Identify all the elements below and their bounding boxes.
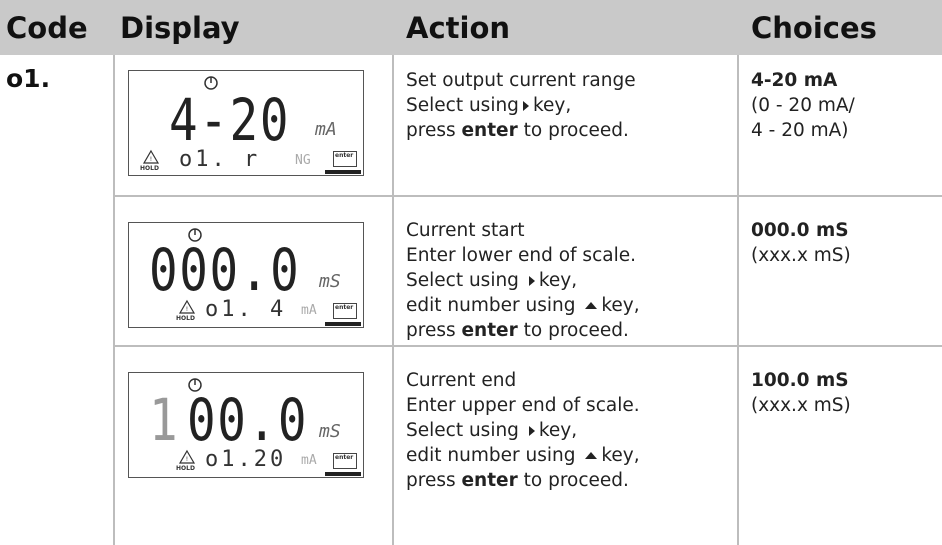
choice-option: 4 - 20 mA) [751, 120, 849, 141]
action-line: Select using key, [406, 420, 578, 441]
column-divider [113, 55, 115, 545]
lcd-unit: mA [315, 119, 337, 140]
column-divider [392, 55, 394, 545]
action-line: Enter upper end of scale. [406, 395, 640, 416]
svg-text:!: ! [186, 306, 188, 313]
lcd-main-value: 4-20 [169, 86, 291, 154]
table-header: Code Display Action Choices [0, 0, 942, 55]
choices-cell: 100.0 mS (xxx.x mS) [751, 368, 851, 418]
lcd-display: ! 1 00.0 mS HOLD o1.20 mA enter [128, 372, 364, 478]
up-arrow-icon [585, 451, 598, 459]
action-line: press enter to proceed. [406, 120, 629, 141]
lcd-unit: mS [319, 271, 341, 292]
choices-cell: 4-20 mA (0 - 20 mA/ 4 - 20 mA) [751, 68, 855, 143]
row-divider [113, 195, 942, 197]
action-cell: Current end Enter upper end of scale. Se… [406, 368, 640, 493]
row-code: o1. [6, 64, 51, 93]
lcd-sub-value: o1. r [179, 147, 261, 172]
header-choices: Choices [751, 11, 877, 45]
choice-option: (xxx.x mS) [751, 245, 851, 266]
choice-option: (0 - 20 mA/ [751, 95, 855, 116]
lcd-underbar [325, 170, 361, 174]
enter-key-icon: enter [333, 453, 357, 469]
row-divider [113, 345, 942, 347]
action-line: Select using key, [406, 270, 578, 291]
action-line: Select using key, [406, 95, 572, 116]
action-line: Set output current range [406, 70, 636, 91]
lcd-sub-dim: mA [301, 453, 317, 468]
lcd-underbar [325, 472, 361, 476]
enter-key-icon: enter [333, 303, 357, 319]
lcd-main-dim-digit: 1 [149, 386, 180, 454]
lcd-display: ! 4-20 mA HOLD o1. r NG enter [128, 70, 364, 176]
choice-option: (xxx.x mS) [751, 395, 851, 416]
enter-key-icon: enter [333, 151, 357, 167]
column-divider [737, 55, 739, 545]
choice-default: 100.0 mS [751, 370, 849, 391]
svg-text:!: ! [186, 456, 188, 463]
choices-cell: 000.0 mS (xxx.x mS) [751, 218, 851, 268]
right-arrow-icon [528, 425, 535, 436]
lcd-sub-value: o1. 4 [205, 297, 287, 322]
action-cell: Current start Enter lower end of scale. … [406, 218, 640, 343]
header-code: Code [6, 11, 88, 45]
svg-text:!: ! [150, 156, 152, 163]
action-line: Current start [406, 220, 525, 241]
lcd-sub-dim: NG [295, 153, 311, 168]
hold-label: HOLD [176, 465, 195, 472]
choice-default: 4-20 mA [751, 70, 838, 91]
lcd-unit: mS [319, 421, 341, 442]
action-line: Enter lower end of scale. [406, 245, 636, 266]
lcd-display: ! 000.0 mS HOLD o1. 4 mA enter [128, 222, 364, 328]
hold-label: HOLD [176, 315, 195, 322]
action-cell: Set output current range Select using key… [406, 68, 636, 143]
right-arrow-icon [528, 275, 535, 286]
lcd-sub-value: o1.20 [205, 447, 287, 472]
choice-default: 000.0 mS [751, 220, 849, 241]
action-line: edit number using key, [406, 445, 640, 466]
header-display: Display [120, 11, 240, 45]
lcd-main-value: 00.0 [187, 386, 309, 454]
hold-label: HOLD [140, 165, 159, 172]
lcd-main-value: 000.0 [149, 236, 301, 304]
lcd-underbar [325, 322, 361, 326]
action-line: press enter to proceed. [406, 320, 629, 341]
action-line: Current end [406, 370, 517, 391]
action-line: press enter to proceed. [406, 470, 629, 491]
header-action: Action [406, 11, 511, 45]
up-arrow-icon [585, 301, 598, 309]
action-line: edit number using key, [406, 295, 640, 316]
lcd-sub-dim: mA [301, 303, 317, 318]
right-arrow-icon [522, 100, 529, 111]
